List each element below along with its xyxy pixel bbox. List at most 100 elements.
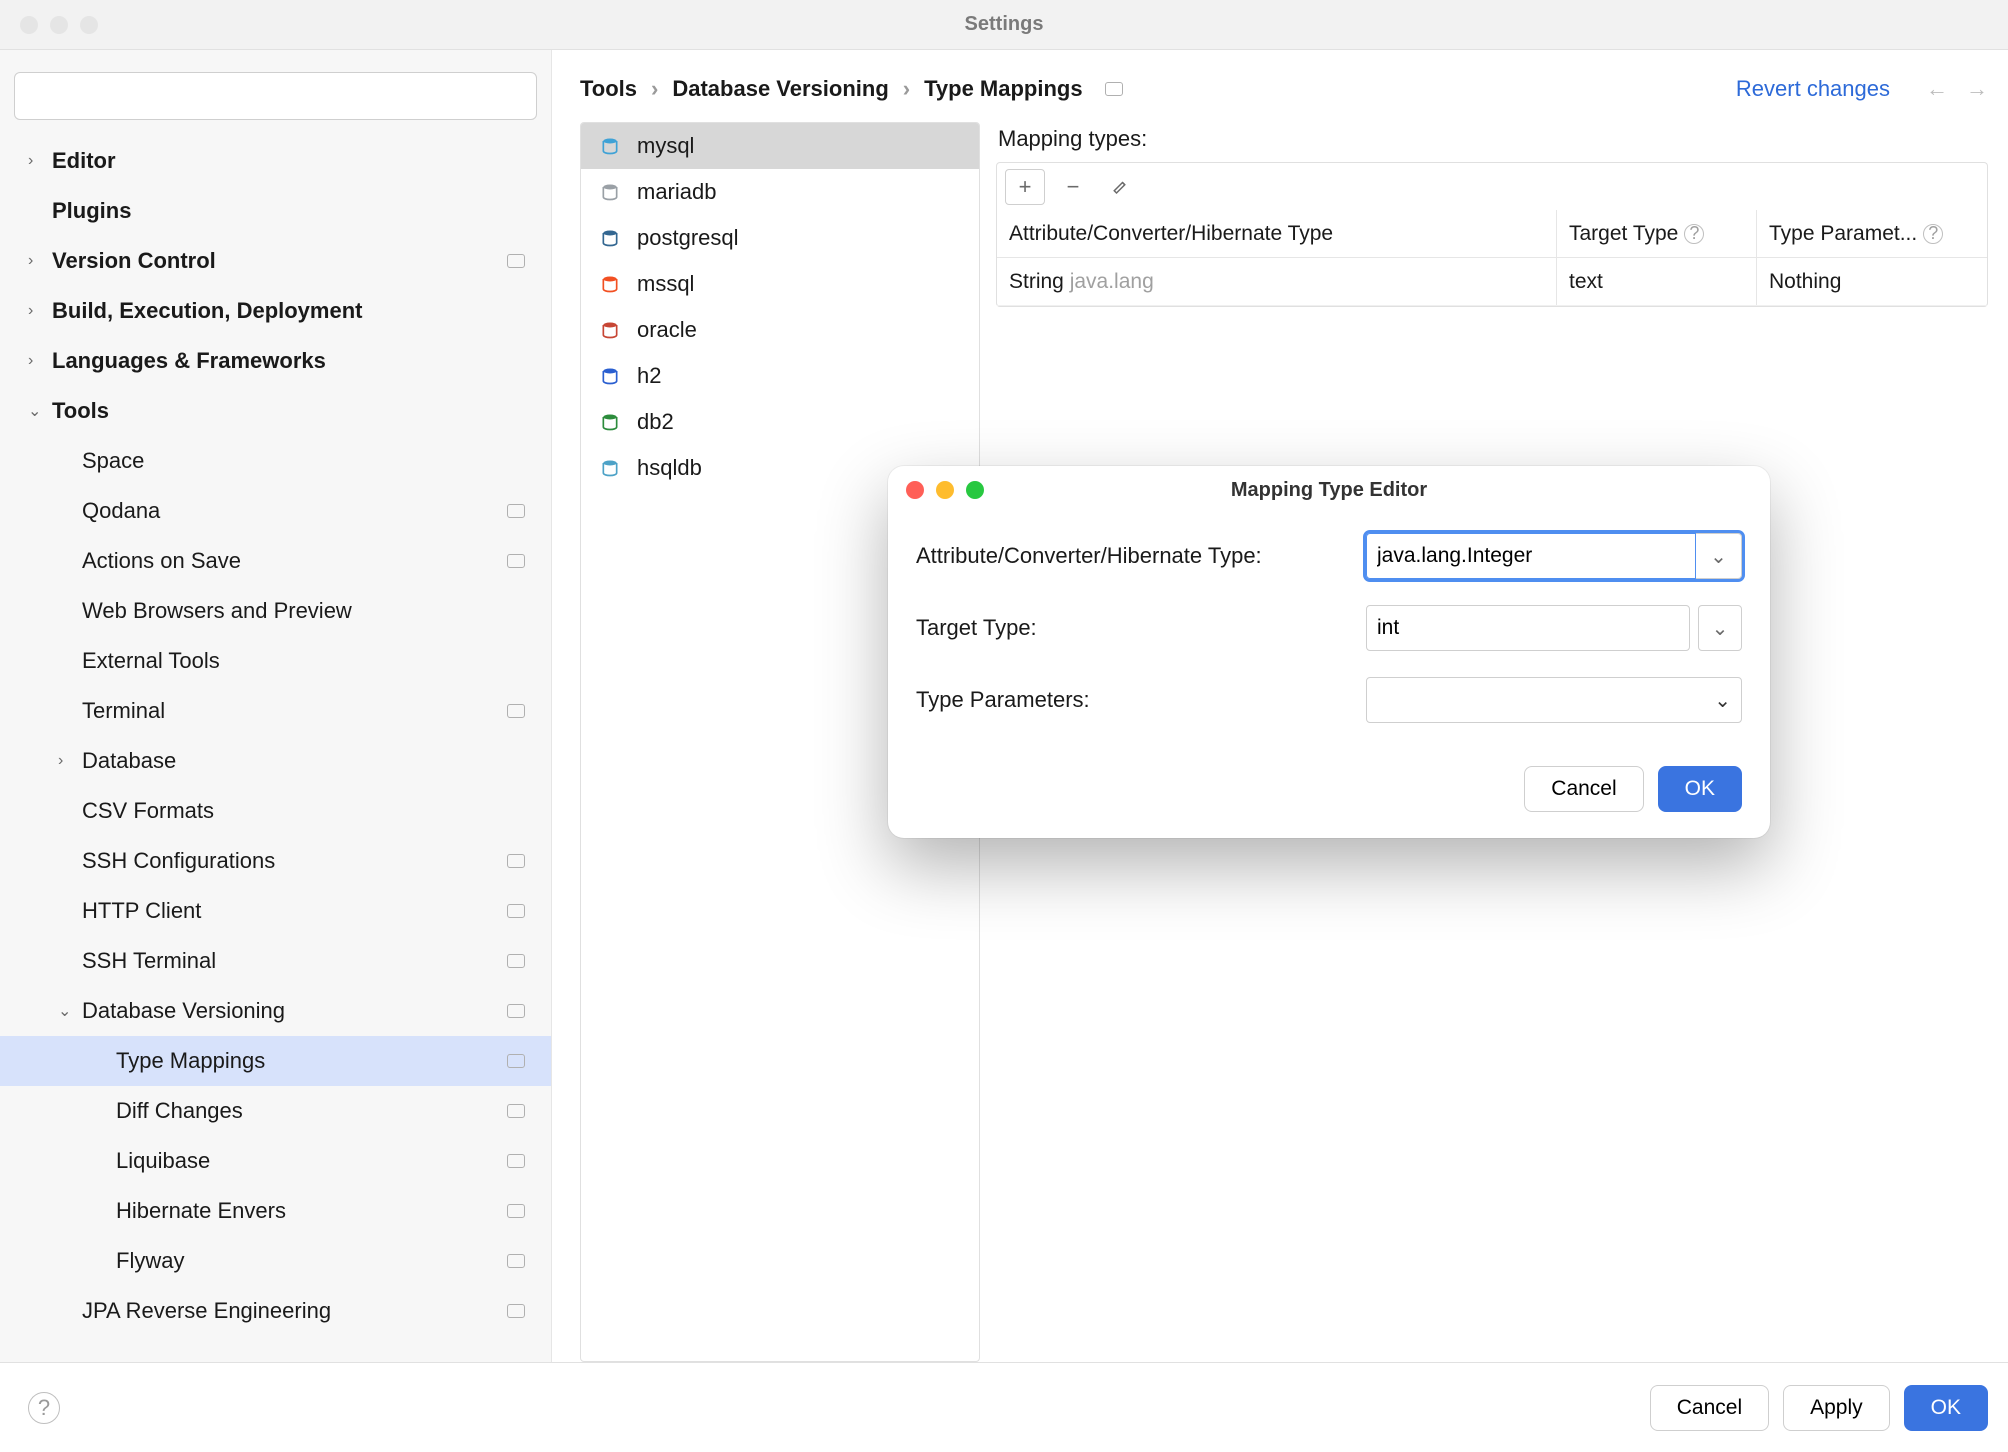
back-icon[interactable]: ← [1926, 76, 1948, 102]
chevron-icon: › [28, 302, 52, 320]
zoom-icon[interactable] [966, 481, 984, 499]
scope-badge-icon [1105, 82, 1123, 96]
db-name: postgresql [637, 225, 739, 251]
sidebar-item[interactable]: HTTP Client [0, 886, 551, 936]
db-list-item[interactable]: mariadb [581, 169, 979, 215]
help-icon[interactable]: ? [1684, 224, 1704, 244]
column-header[interactable]: Type Paramet... ? [1757, 210, 1987, 257]
sidebar-item[interactable]: Terminal [0, 686, 551, 736]
help-icon[interactable]: ? [1923, 224, 1943, 244]
target-type-input[interactable] [1366, 605, 1690, 651]
sidebar-item-label: Hibernate Envers [116, 1198, 286, 1224]
sidebar-item-label: Tools [52, 398, 109, 424]
sidebar-item[interactable]: Flyway [0, 1236, 551, 1286]
chevron-down-icon[interactable]: ⌄ [1698, 605, 1742, 651]
sidebar-item[interactable]: ⌄Tools [0, 386, 551, 436]
remove-button[interactable]: − [1053, 169, 1093, 205]
db-list-item[interactable]: mssql [581, 261, 979, 307]
sidebar-item[interactable]: SSH Configurations [0, 836, 551, 886]
window-title: Settings [965, 13, 1044, 36]
mapping-toolbar: + − [996, 162, 1988, 210]
sidebar-item[interactable]: ›Build, Execution, Deployment [0, 286, 551, 336]
sidebar-item[interactable]: ›Version Control [0, 236, 551, 286]
sidebar-item[interactable]: JPA Reverse Engineering [0, 1286, 551, 1336]
sidebar-item[interactable]: Qodana [0, 486, 551, 536]
zoom-icon[interactable] [80, 16, 98, 34]
db-list-item[interactable]: h2 [581, 353, 979, 399]
scope-badge-icon [507, 1104, 525, 1118]
add-button[interactable]: + [1005, 169, 1045, 205]
sidebar-item[interactable]: Diff Changes [0, 1086, 551, 1136]
sidebar-item-label: SSH Configurations [82, 848, 275, 874]
sidebar-item-label: Build, Execution, Deployment [52, 298, 362, 324]
database-icon [597, 363, 623, 389]
edit-button[interactable] [1101, 169, 1141, 205]
sidebar-item[interactable]: ›Database [0, 736, 551, 786]
sidebar-item-label: CSV Formats [82, 798, 214, 824]
sidebar-item[interactable]: Type Mappings [0, 1036, 551, 1086]
ok-button[interactable]: OK [1904, 1385, 1988, 1431]
chevron-icon: › [28, 152, 52, 170]
sidebar-item[interactable]: Space [0, 436, 551, 486]
sidebar-item[interactable]: External Tools [0, 636, 551, 686]
dialog-cancel-button[interactable]: Cancel [1524, 766, 1643, 812]
cancel-button[interactable]: Cancel [1650, 1385, 1769, 1431]
type-parameters-select[interactable]: ⌄ [1366, 677, 1742, 723]
column-header[interactable]: Attribute/Converter/Hibernate Type [997, 210, 1557, 257]
settings-sidebar: ›EditorPlugins›Version Control›Build, Ex… [0, 50, 552, 1362]
help-icon[interactable]: ? [28, 1392, 60, 1424]
sidebar-item[interactable]: CSV Formats [0, 786, 551, 836]
db-list-item[interactable]: oracle [581, 307, 979, 353]
table-row[interactable]: String java.lang text Nothing [997, 258, 1987, 306]
database-icon [597, 409, 623, 435]
sidebar-item-label: Flyway [116, 1248, 184, 1274]
sidebar-item[interactable]: Hibernate Envers [0, 1186, 551, 1236]
db-list-item[interactable]: mysql [581, 123, 979, 169]
breadcrumb-item[interactable]: Database Versioning [672, 76, 888, 102]
sidebar-item[interactable]: Web Browsers and Preview [0, 586, 551, 636]
minimize-icon[interactable] [50, 16, 68, 34]
breadcrumb-item[interactable]: Type Mappings [924, 76, 1083, 102]
sidebar-item-label: Diff Changes [116, 1098, 243, 1124]
sidebar-item-label: Liquibase [116, 1148, 210, 1174]
settings-tree[interactable]: ›EditorPlugins›Version Control›Build, Ex… [0, 136, 551, 1362]
close-icon[interactable] [906, 481, 924, 499]
sidebar-item[interactable]: ›Editor [0, 136, 551, 186]
attribute-type-input[interactable] [1366, 533, 1696, 579]
db-name: mysql [637, 133, 694, 159]
sidebar-item[interactable]: Actions on Save [0, 536, 551, 586]
type-parameters-label: Type Parameters: [916, 687, 1366, 713]
chevron-icon: ⌄ [58, 1001, 82, 1021]
settings-search-input[interactable] [14, 72, 537, 120]
sidebar-item[interactable]: Plugins [0, 186, 551, 236]
scope-badge-icon [507, 854, 525, 868]
sidebar-item-label: Space [82, 448, 144, 474]
chevron-icon: › [58, 752, 82, 770]
chevron-down-icon[interactable]: ⌄ [1696, 533, 1742, 579]
scope-badge-icon [507, 254, 525, 268]
scope-badge-icon [507, 904, 525, 918]
sidebar-item[interactable]: SSH Terminal [0, 936, 551, 986]
close-icon[interactable] [20, 16, 38, 34]
sidebar-item[interactable]: Liquibase [0, 1136, 551, 1186]
column-header[interactable]: Target Type ? [1557, 210, 1757, 257]
database-icon [597, 455, 623, 481]
sidebar-item-label: Editor [52, 148, 116, 174]
forward-icon[interactable]: → [1966, 76, 1988, 102]
sidebar-item[interactable]: ›Languages & Frameworks [0, 336, 551, 386]
breadcrumb-item[interactable]: Tools [580, 76, 637, 102]
chevron-icon: › [28, 352, 52, 370]
sidebar-item[interactable]: ⌄Database Versioning [0, 986, 551, 1036]
mapping-type-editor-dialog: Mapping Type Editor Attribute/Converter/… [888, 466, 1770, 838]
chevron-right-icon: › [903, 76, 910, 102]
db-name: h2 [637, 363, 661, 389]
mapping-table[interactable]: Attribute/Converter/Hibernate Type Targe… [996, 210, 1988, 307]
dialog-ok-button[interactable]: OK [1658, 766, 1742, 812]
apply-button[interactable]: Apply [1783, 1385, 1890, 1431]
sidebar-item-label: JPA Reverse Engineering [82, 1298, 331, 1324]
revert-changes-link[interactable]: Revert changes [1736, 76, 1890, 102]
minimize-icon[interactable] [936, 481, 954, 499]
db-list-item[interactable]: postgresql [581, 215, 979, 261]
db-list-item[interactable]: db2 [581, 399, 979, 445]
sidebar-item-label: Database [82, 748, 176, 774]
